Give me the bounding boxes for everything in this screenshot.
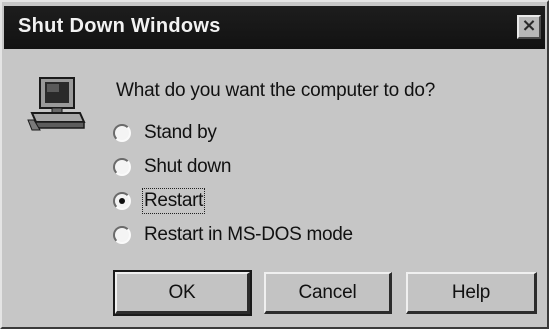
close-button[interactable]: ×: [517, 15, 541, 39]
help-button[interactable]: Help: [406, 272, 537, 314]
option-restart-ms-dos[interactable]: Restart in MS-DOS mode: [113, 222, 353, 248]
option-shut-down[interactable]: Shut down: [113, 154, 231, 180]
computer-icon: [27, 77, 86, 131]
close-icon: ×: [521, 15, 537, 36]
title-bar[interactable]: Shut Down Windows ×: [4, 6, 545, 49]
option-label-shut-down: Shut down: [144, 156, 232, 177]
option-restart[interactable]: Restart: [113, 188, 206, 214]
shut-down-dialog: Shut Down Windows × What do you want the…: [0, 0, 549, 329]
radio-restart[interactable]: [113, 192, 131, 210]
radio-shut-down[interactable]: [113, 158, 131, 176]
option-label-restart: Restart: [141, 188, 206, 214]
ok-button[interactable]: OK: [113, 270, 252, 316]
cancel-button[interactable]: Cancel: [264, 272, 392, 314]
window-title: Shut Down Windows: [18, 15, 221, 37]
radio-restart-ms-dos[interactable]: [113, 226, 131, 244]
radio-stand-by[interactable]: [113, 124, 131, 142]
option-label-restart-ms-dos: Restart in MS-DOS mode: [144, 224, 353, 245]
option-label-stand-by: Stand by: [144, 122, 217, 143]
option-stand-by[interactable]: Stand by: [113, 120, 217, 146]
prompt-text: What do you want the computer to do?: [116, 80, 436, 101]
